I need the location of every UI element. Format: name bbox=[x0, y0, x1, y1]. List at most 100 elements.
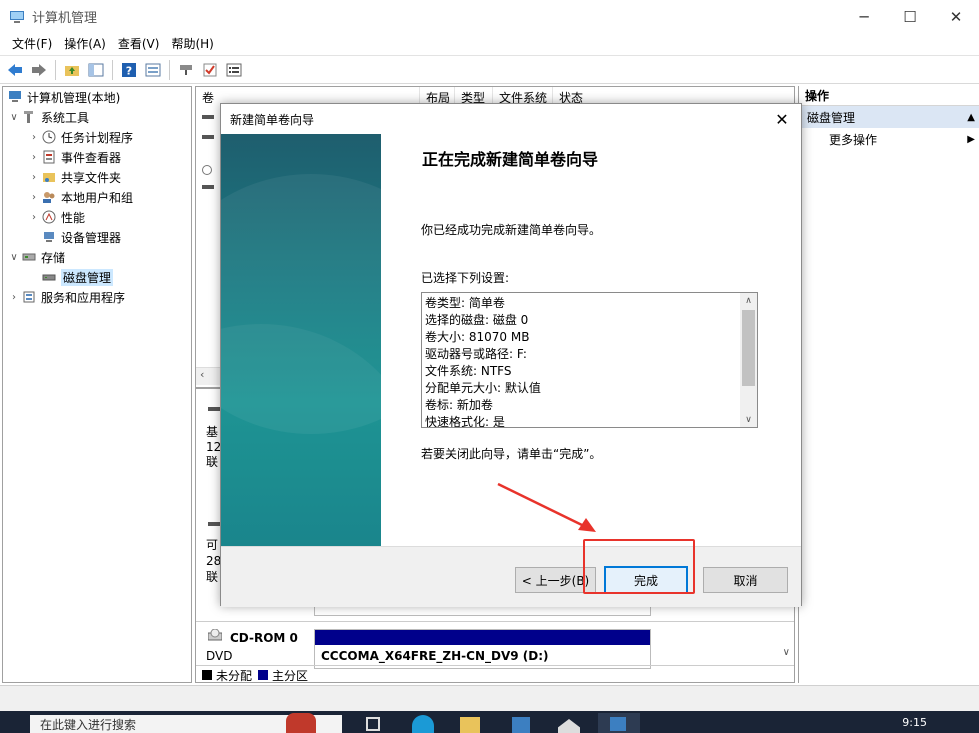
settings-line: 卷标: 新加卷 bbox=[425, 398, 493, 412]
forward-arrow-icon[interactable] bbox=[28, 59, 50, 81]
legend-unallocated: 未分配 bbox=[216, 668, 253, 683]
primary-swatch bbox=[258, 670, 269, 680]
scroll-thumb[interactable] bbox=[742, 310, 755, 386]
checklist-icon[interactable] bbox=[199, 59, 221, 81]
chevron-down-icon[interactable]: ∨ bbox=[7, 112, 21, 123]
clock-icon bbox=[41, 129, 57, 145]
services-icon bbox=[21, 289, 37, 305]
volume-row-icon bbox=[202, 135, 214, 139]
legend-primary: 主分区 bbox=[272, 668, 309, 683]
settings-line: 选择的磁盘: 磁盘 0 bbox=[425, 313, 529, 327]
menu-file[interactable]: 文件(F) bbox=[6, 35, 58, 52]
chevron-right-icon[interactable]: › bbox=[27, 172, 41, 183]
tree-services[interactable]: › 服务和应用程序 bbox=[7, 287, 125, 307]
taskbar-clock[interactable]: 9:15 bbox=[902, 716, 927, 729]
tree-system-tools[interactable]: ∨ 系统工具 bbox=[7, 107, 89, 127]
tree-task-scheduler[interactable]: › 任务计划程序 bbox=[27, 127, 133, 147]
settings-list: 卷类型: 简单卷 选择的磁盘: 磁盘 0 卷大小: 81070 MB 驱动器号或路径:… bbox=[425, 295, 737, 428]
toolbar: ? bbox=[0, 55, 979, 84]
properties-view-icon[interactable] bbox=[142, 59, 164, 81]
legend: 未分配 主分区 bbox=[196, 665, 794, 683]
wizard-success-text: 你已经成功完成新建简单卷向导。 bbox=[421, 223, 602, 237]
menu-view[interactable]: 查看(V) bbox=[112, 35, 166, 52]
tree-shared-folders[interactable]: › 共享文件夹 bbox=[27, 167, 121, 187]
tree-event-viewer[interactable]: › 事件查看器 bbox=[27, 147, 121, 167]
chevron-right-icon[interactable]: › bbox=[27, 212, 41, 223]
scroll-left-icon[interactable]: ‹ bbox=[200, 368, 204, 381]
show-hide-tree-icon[interactable] bbox=[85, 59, 107, 81]
scroll-down-icon[interactable]: ∨ bbox=[783, 647, 790, 658]
users-icon bbox=[41, 189, 57, 205]
settings-line: 快速格式化: 是 bbox=[425, 415, 505, 428]
title-bar: 计算机管理 ─ ☐ ✕ bbox=[0, 0, 979, 33]
tree-storage[interactable]: ∨ 存储 bbox=[7, 247, 65, 267]
computer-management-task[interactable] bbox=[598, 713, 640, 733]
tree-disk-management[interactable]: 磁盘管理 bbox=[41, 267, 114, 287]
primary-partition-bar bbox=[315, 630, 650, 645]
selected-settings-label: 已选择下列设置: bbox=[421, 271, 510, 285]
cdrom-name: CD-ROM 0 bbox=[230, 631, 298, 645]
chevron-right-icon[interactable]: › bbox=[27, 192, 41, 203]
toolbar-separator bbox=[55, 59, 56, 80]
disk0-info: 基 12 联 bbox=[206, 425, 222, 469]
actions-more[interactable]: 更多操作 ▶ bbox=[799, 128, 979, 150]
annotation-highlight-box bbox=[583, 539, 695, 594]
volume-row-icon bbox=[202, 115, 214, 119]
tools-icon bbox=[21, 109, 37, 125]
close-icon[interactable]: ✕ bbox=[771, 108, 793, 130]
cdrom-volume-block[interactable]: CCCOMA_X64FRE_ZH-CN_DV9 (D:) bbox=[314, 629, 651, 669]
scroll-down-icon[interactable]: ∨ bbox=[740, 412, 757, 427]
unallocated-swatch bbox=[202, 670, 212, 680]
toolbar-separator bbox=[112, 59, 113, 80]
computer-management-icon bbox=[10, 10, 24, 23]
menu-action[interactable]: 操作(A) bbox=[58, 35, 112, 52]
help-icon[interactable]: ? bbox=[118, 59, 140, 81]
edge-icon[interactable] bbox=[412, 715, 434, 733]
toolbar-separator bbox=[169, 59, 170, 80]
actions-pane: 操作 磁盘管理 ▲ 更多操作 ▶ bbox=[798, 86, 979, 683]
settings-line: 分配单元大小: 默认值 bbox=[425, 381, 541, 395]
mail-icon[interactable] bbox=[558, 719, 580, 733]
file-explorer-icon[interactable] bbox=[460, 717, 480, 733]
chevron-right-icon[interactable]: › bbox=[7, 292, 21, 303]
disk1-info: 可 28 联 bbox=[206, 538, 222, 584]
tree-performance[interactable]: › 性能 bbox=[27, 207, 85, 227]
task-view-icon[interactable] bbox=[366, 717, 380, 731]
chevron-right-icon[interactable]: › bbox=[27, 152, 41, 163]
maximize-button[interactable]: ☐ bbox=[887, 0, 933, 33]
settings-line: 卷大小: 81070 MB bbox=[425, 330, 530, 344]
search-highlight-icon bbox=[286, 713, 316, 733]
cdrom-volume-label: CCCOMA_X64FRE_ZH-CN_DV9 (D:) bbox=[321, 649, 549, 663]
banner-wave bbox=[221, 324, 381, 546]
tree-root[interactable]: 计算机管理(本地) bbox=[7, 87, 120, 107]
disk-divider bbox=[196, 621, 794, 622]
close-hint-text: 若要关闭此向导，请单击“完成”。 bbox=[421, 447, 602, 461]
cdrom-icon bbox=[208, 629, 222, 641]
tree-device-manager[interactable]: 设备管理器 bbox=[41, 227, 121, 247]
submenu-arrow-icon: ▶ bbox=[967, 133, 975, 145]
chevron-down-icon[interactable]: ∨ bbox=[7, 252, 21, 263]
settings-summary-box[interactable]: 卷类型: 简单卷 选择的磁盘: 磁盘 0 卷大小: 81070 MB 驱动器号或路径:… bbox=[421, 292, 758, 428]
dialog-title: 新建简单卷向导 bbox=[230, 112, 315, 127]
back-arrow-icon[interactable] bbox=[4, 59, 26, 81]
collapse-up-icon[interactable]: ▲ bbox=[967, 112, 975, 123]
settings-line: 驱动器号或路径: F: bbox=[425, 347, 527, 361]
cdrom-type: DVD bbox=[206, 649, 233, 663]
store-icon[interactable] bbox=[512, 717, 530, 733]
shared-folder-icon bbox=[41, 169, 57, 185]
menu-help[interactable]: 帮助(H) bbox=[165, 35, 219, 52]
dialog-footer: < 上一步(B) 完成 取消 bbox=[221, 546, 801, 607]
chevron-right-icon[interactable]: › bbox=[27, 132, 41, 143]
cancel-button[interactable]: 取消 bbox=[703, 567, 788, 593]
actions-section-disk-management[interactable]: 磁盘管理 ▲ bbox=[799, 106, 979, 128]
settings-scrollbar[interactable]: ∧ ∨ bbox=[740, 293, 757, 427]
close-window-button[interactable]: ✕ bbox=[933, 0, 979, 33]
scroll-up-icon[interactable]: ∧ bbox=[740, 293, 757, 308]
properties-icon[interactable] bbox=[223, 59, 245, 81]
disk-management-icon bbox=[41, 269, 57, 285]
tree-local-users[interactable]: › 本地用户和组 bbox=[27, 187, 133, 207]
volume-row-icon bbox=[202, 185, 214, 189]
minimize-button[interactable]: ─ bbox=[841, 0, 887, 33]
connect-icon[interactable] bbox=[175, 59, 197, 81]
up-folder-icon[interactable] bbox=[61, 59, 83, 81]
